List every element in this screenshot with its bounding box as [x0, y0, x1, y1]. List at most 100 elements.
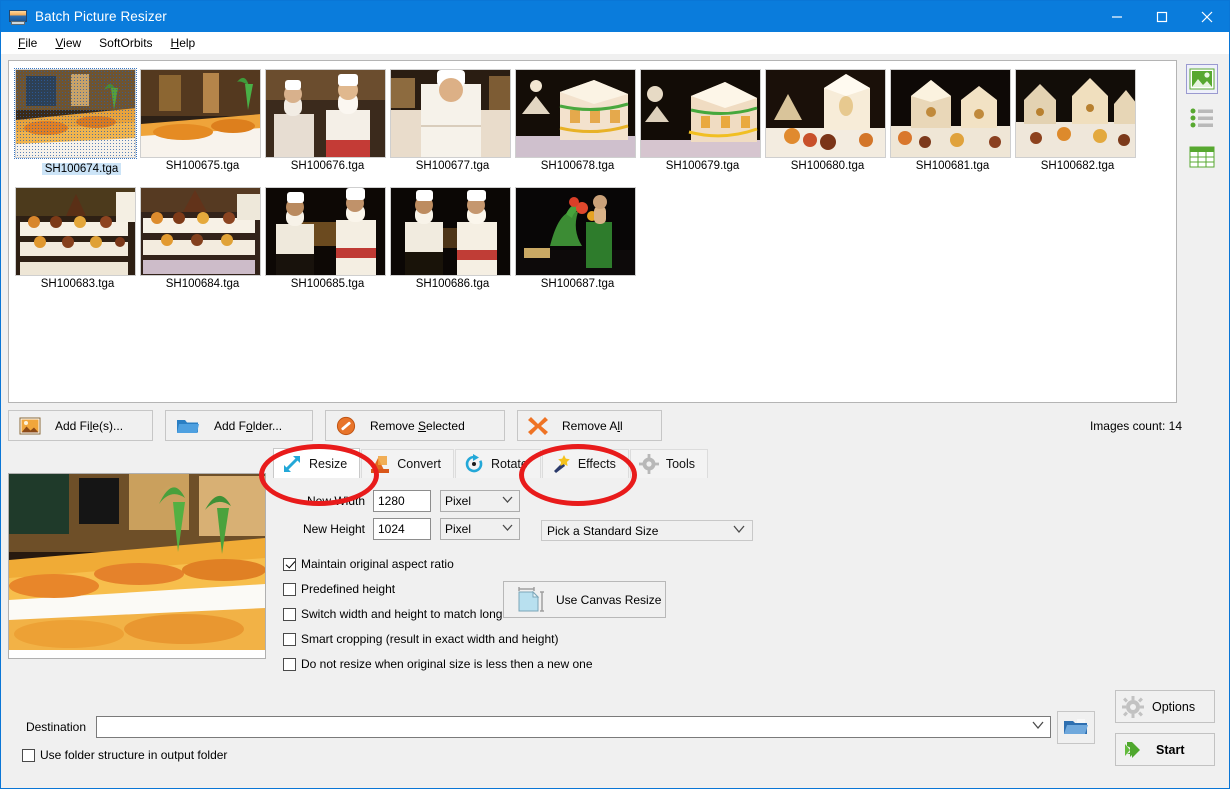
add-file-icon — [19, 417, 41, 434]
add-files-button[interactable]: Add File(s)... — [8, 410, 153, 441]
destination-area: Destination Use folder structure in outp… — [8, 710, 1222, 788]
checkbox-label: Predefined height — [301, 582, 396, 596]
thumbnail-item[interactable]: SH100686.tga — [390, 187, 515, 290]
new-width-unit-select[interactable]: Pixel — [440, 490, 520, 512]
thumbnail-item[interactable]: SH100680.tga — [765, 69, 890, 175]
add-folder-icon — [177, 419, 199, 433]
browse-folder-button[interactable] — [1057, 710, 1095, 744]
checkbox-use-folder-structure[interactable]: Use folder structure in output folder — [22, 748, 1222, 762]
thumbnail-item[interactable]: SH100682.tga — [1015, 69, 1140, 175]
thumbnail-item[interactable]: SH100677.tga — [390, 69, 515, 175]
settings-area: Resize Convert Rotate Effects Tools New … — [8, 448, 1222, 710]
standard-size-select[interactable]: Pick a Standard Size — [541, 520, 753, 541]
use-canvas-resize-button[interactable]: Use Canvas Resize — [503, 581, 666, 618]
checkbox-box[interactable] — [283, 557, 296, 571]
thumbnail-item[interactable]: SH100683.tga — [15, 187, 140, 290]
remove-selected-label: Remove Selected — [370, 418, 465, 433]
tab-convert[interactable]: Convert — [361, 449, 454, 478]
checkbox-predefined-height[interactable]: Predefined height — [283, 579, 1222, 599]
thumbnail-label: SH100683.tga — [40, 278, 115, 290]
new-height-input[interactable] — [373, 518, 431, 540]
checkbox-switch-width-height[interactable]: Switch width and height to match long si… — [283, 604, 1222, 624]
checkbox-box[interactable] — [283, 632, 296, 646]
destination-row: Destination — [8, 710, 1222, 744]
menu-view[interactable]: View — [46, 34, 90, 52]
tab-resize[interactable]: Resize — [273, 448, 361, 478]
new-height-unit-value: Pixel — [445, 522, 472, 536]
thumbnail-item[interactable]: SH100679.tga — [640, 69, 765, 175]
new-height-unit-select[interactable]: Pixel — [440, 518, 520, 540]
menu-bar: File View SoftOrbits Help — [1, 32, 1229, 54]
menu-softorbits[interactable]: SoftOrbits — [90, 34, 161, 52]
checkbox-box[interactable] — [22, 748, 35, 762]
gear-icon — [1122, 695, 1144, 718]
start-label: Start — [1156, 742, 1185, 757]
checkbox-maintain-aspect-ratio[interactable]: Maintain original aspect ratio — [283, 554, 1222, 574]
chevron-down-icon — [733, 525, 745, 534]
list-view-icon[interactable] — [1186, 103, 1218, 133]
start-button[interactable]: Start — [1115, 733, 1215, 766]
menu-file[interactable]: File — [9, 34, 46, 52]
thumbnail-label: SH100675.tga — [165, 160, 240, 172]
tab-rotate-label: Rotate — [491, 457, 528, 471]
file-buttons-row: Add File(s)... Add Folder... Remove Sele… — [8, 409, 1222, 442]
resize-icon — [283, 455, 301, 472]
chevron-down-icon — [1032, 721, 1044, 730]
thumbnail-item[interactable]: SH100675.tga — [140, 69, 265, 175]
checkbox-do-not-resize[interactable]: Do not resize when original size is less… — [283, 654, 1222, 674]
thumbnail-item[interactable]: SH100685.tga — [265, 187, 390, 290]
thumbnail-image — [515, 69, 636, 158]
tab-resize-label: Resize — [309, 456, 348, 471]
thumbnail-item[interactable]: SH100684.tga — [140, 187, 265, 290]
thumbnail-list[interactable]: SH100674.tga SH100675.tga SH100676.tga S… — [8, 60, 1178, 403]
resize-tab-content: New Width Pixel New Height Pixel — [273, 478, 1222, 710]
standard-size-value: Pick a Standard Size — [547, 523, 659, 538]
thumbnail-row-2: SH100683.tga SH100684.tga SH100685.tga S… — [15, 187, 1176, 290]
checkbox-box[interactable] — [283, 582, 296, 596]
checkbox-label: Maintain original aspect ratio — [301, 557, 454, 571]
add-folder-button[interactable]: Add Folder... — [165, 410, 313, 441]
thumbnail-item[interactable]: SH100687.tga — [515, 187, 640, 290]
chevron-down-icon — [502, 496, 513, 503]
thumbnail-item[interactable]: SH100678.tga — [515, 69, 640, 175]
thumbnail-area: SH100674.tga SH100675.tga SH100676.tga S… — [8, 60, 1222, 403]
main-content: SH100674.tga SH100675.tga SH100676.tga S… — [1, 54, 1229, 788]
minimize-icon[interactable] — [1094, 1, 1139, 32]
checkbox-box[interactable] — [283, 607, 296, 621]
destination-input[interactable] — [96, 716, 1051, 738]
application-window: Batch Picture Resizer File View SoftOrbi… — [0, 0, 1230, 789]
thumbnail-image — [390, 69, 511, 158]
thumbnail-label: SH100677.tga — [415, 160, 490, 172]
close-icon[interactable] — [1184, 1, 1229, 32]
tab-rotate[interactable]: Rotate — [455, 449, 541, 478]
menu-help[interactable]: Help — [162, 34, 205, 52]
thumbnail-label: SH100681.tga — [915, 160, 990, 172]
options-button[interactable]: Options — [1115, 690, 1215, 723]
tab-tools-label: Tools — [665, 457, 696, 471]
checkbox-box[interactable] — [283, 657, 296, 671]
rotate-icon — [465, 454, 483, 473]
thumbnail-item[interactable]: SH100681.tga — [890, 69, 1015, 175]
remove-all-button[interactable]: Remove All — [517, 410, 662, 441]
maximize-icon[interactable] — [1139, 1, 1184, 32]
action-buttons: Options Start — [1115, 690, 1215, 776]
remove-selected-icon — [336, 416, 356, 435]
thumbnail-label: SH100680.tga — [790, 160, 865, 172]
checkbox-smart-cropping[interactable]: Smart cropping (result in exact width an… — [283, 629, 1222, 649]
thumbnail-image — [265, 187, 386, 276]
tab-effects[interactable]: Effects — [541, 449, 629, 478]
thumbnail-item[interactable]: SH100676.tga — [265, 69, 390, 175]
add-folder-label: Add Folder... — [214, 418, 283, 433]
thumbnail-item[interactable]: SH100674.tga — [14, 68, 140, 175]
tab-effects-label: Effects — [577, 457, 616, 471]
thumbnail-image — [140, 69, 261, 158]
remove-selected-button[interactable]: Remove Selected — [325, 410, 505, 441]
thumbnail-image — [390, 187, 511, 276]
preview-image — [8, 473, 266, 659]
table-view-icon[interactable] — [1186, 142, 1218, 172]
thumbnail-view-icon[interactable] — [1186, 64, 1219, 94]
remove-all-label: Remove All — [562, 418, 623, 433]
new-width-input[interactable] — [373, 490, 431, 512]
thumbnail-label: SH100687.tga — [540, 278, 615, 290]
tab-tools[interactable]: Tools — [629, 449, 709, 478]
